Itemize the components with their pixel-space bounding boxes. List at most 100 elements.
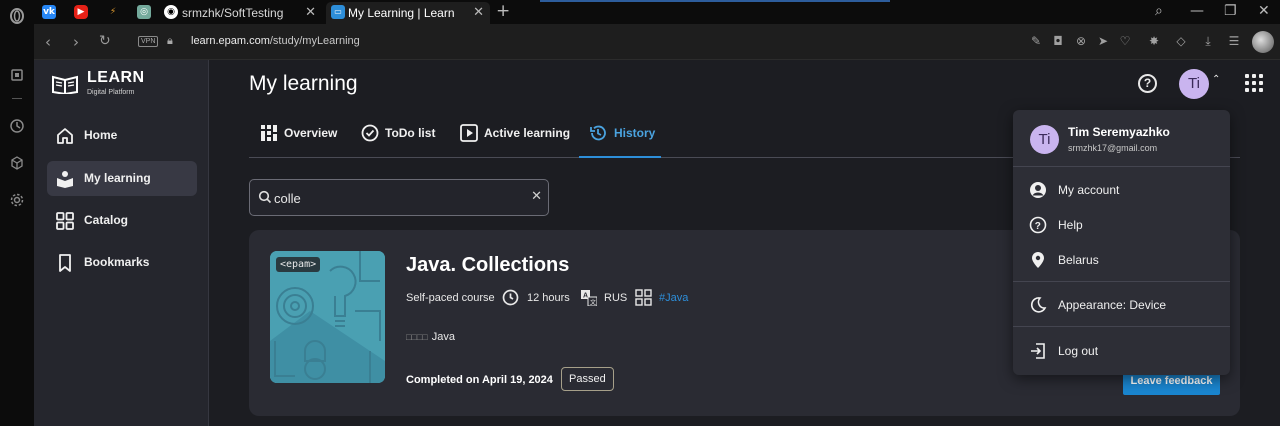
account-icon — [1030, 182, 1046, 198]
tab-label: ToDo list — [385, 126, 436, 140]
address-bar: ‹ › ↻ VPN 🔒︎ learn.epam.com/study/myLear… — [34, 24, 1280, 60]
help-icon[interactable]: ? — [1138, 74, 1157, 93]
tab-history[interactable]: History — [579, 112, 661, 158]
chevron-up-icon[interactable]: ⌃ — [1212, 74, 1220, 85]
cube-icon[interactable] — [9, 155, 25, 171]
skill-prefix: □□□□ — [406, 332, 428, 342]
sidebar-item-bookmarks[interactable]: Bookmarks — [47, 245, 197, 280]
sidebar-item-label: My learning — [84, 171, 151, 185]
tab-softtesting[interactable]: ◉ srmzhk/SoftTesting ✕ — [160, 2, 322, 24]
tab-todo-list[interactable]: ToDo list — [361, 112, 436, 158]
skill-label: Java — [431, 331, 455, 343]
tab-my-learning[interactable]: ▭ My Learning | Learn ✕ — [326, 2, 490, 24]
search-tabs-icon[interactable]: ⌕ — [1155, 3, 1163, 19]
camera-icon[interactable]: ◘ — [1051, 34, 1065, 48]
course-type: Self-paced course — [406, 292, 495, 304]
tab-title: My Learning | Learn — [348, 6, 455, 20]
menu-item-location[interactable]: Belarus — [1013, 244, 1230, 276]
search-input[interactable] — [274, 188, 514, 208]
opera-logo-icon[interactable] — [9, 8, 25, 24]
menu-item-my-account[interactable]: My account — [1013, 174, 1230, 206]
download-icon[interactable]: ⤓ — [1201, 34, 1215, 48]
block-icon[interactable]: ⊗ — [1074, 34, 1088, 48]
overview-icon — [261, 125, 277, 141]
bolt-tab-icon[interactable]: ⚡ — [106, 5, 120, 19]
sidebar-item-my-learning[interactable]: My learning — [47, 161, 197, 196]
history-clock-icon[interactable] — [9, 118, 25, 134]
close-window-icon[interactable]: ✕ — [1258, 3, 1270, 19]
search-box: ✕ — [249, 179, 549, 216]
logo-subtitle: Digital Platform — [87, 89, 135, 96]
cpu-icon[interactable] — [9, 67, 25, 83]
close-tab-icon[interactable]: ✕ — [305, 4, 316, 20]
tab-title: srmzhk/SoftTesting — [182, 6, 284, 20]
profile-avatar[interactable] — [1252, 31, 1274, 53]
menu-divider — [1013, 166, 1230, 167]
url-field[interactable]: learn.epam.com/study/myLearning — [191, 35, 360, 47]
history-icon — [590, 125, 606, 141]
tab-label: History — [614, 126, 656, 140]
vk-tab-icon[interactable]: vk — [42, 5, 56, 19]
chatgpt-tab-icon[interactable]: ◎ — [137, 5, 151, 19]
menu-item-log-out[interactable]: Log out — [1013, 335, 1230, 367]
sidebar-item-label: Home — [84, 128, 118, 142]
logo-title[interactable]: LEARN — [87, 69, 145, 87]
completion-date: Completed on April 19, 2024 — [406, 374, 553, 386]
sidebar-item-catalog[interactable]: Catalog — [47, 203, 197, 238]
sidebar-item-home[interactable]: Home — [47, 118, 197, 153]
avatar: Ti — [1030, 125, 1059, 154]
back-icon[interactable]: ‹ — [45, 33, 51, 51]
easy-setup-icon[interactable]: ☰ — [1227, 34, 1241, 48]
send-icon[interactable]: ➤ — [1096, 34, 1110, 48]
tab-label: Active learning — [484, 126, 571, 140]
reload-icon[interactable]: ↻ — [99, 33, 111, 49]
course-language: RUS — [604, 292, 628, 304]
menu-item-label: My account — [1058, 183, 1120, 197]
app-container: LEARN Digital Platform Home My learning … — [34, 60, 1280, 426]
browser-sidebar — [0, 0, 34, 426]
box-icon[interactable]: ◇ — [1174, 34, 1188, 48]
lock-icon[interactable]: 🔒︎ — [167, 34, 173, 48]
youtube-tab-icon[interactable]: ▶ — [74, 5, 88, 19]
settings-icon[interactable] — [9, 192, 25, 208]
course-tag-link[interactable]: #Java — [659, 292, 688, 304]
bookmark-icon — [59, 254, 71, 272]
url-path: /study/myLearning — [269, 35, 360, 47]
search-icon — [258, 190, 272, 204]
tab-loading-bar — [540, 0, 890, 2]
restore-icon[interactable]: ❐ — [1224, 3, 1237, 19]
heart-icon[interactable]: ♡ — [1118, 34, 1132, 48]
svg-text:A: A — [583, 293, 588, 300]
learn-tab-icon: ▭ — [331, 5, 345, 19]
tab-label: Overview — [284, 126, 338, 140]
apps-grid-icon[interactable] — [1245, 74, 1263, 92]
clear-search-icon[interactable]: ✕ — [531, 189, 542, 204]
course-title[interactable]: Java. Collections — [406, 254, 569, 277]
user-name: Tim Seremyazhko — [1068, 125, 1170, 139]
course-skill: □□□□ Java — [406, 331, 455, 343]
tab-active-learning[interactable]: Active learning — [460, 112, 570, 158]
vpn-badge[interactable]: VPN — [138, 36, 159, 47]
menu-item-appearance[interactable]: Appearance: Device — [1013, 289, 1230, 321]
my-learning-icon — [57, 171, 73, 188]
category-icon — [635, 289, 652, 306]
sidebar: LEARN Digital Platform Home My learning … — [34, 60, 209, 426]
clock-icon — [502, 289, 519, 306]
tab-strip: vk ▶ ⚡ ◎ ◉ srmzhk/SoftTesting ✕ ▭ My Lea… — [34, 0, 1280, 24]
menu-item-label: Belarus — [1058, 253, 1099, 267]
tab-overview[interactable]: Overview — [260, 112, 340, 158]
close-tab-icon[interactable]: ✕ — [473, 4, 484, 20]
course-thumbnail[interactable]: <epam> — [270, 251, 385, 383]
menu-item-label: Appearance: Device — [1058, 298, 1167, 312]
avatar[interactable]: Ti — [1179, 69, 1209, 99]
new-tab-icon[interactable]: + — [496, 1, 510, 21]
extension-icon[interactable]: ✸ — [1147, 34, 1161, 48]
minimize-icon[interactable]: — — [1190, 3, 1204, 19]
forward-icon[interactable]: › — [73, 33, 79, 51]
logout-icon — [1031, 343, 1045, 359]
edit-icon[interactable]: ✎ — [1029, 34, 1043, 48]
book-logo-icon — [52, 75, 78, 94]
sidebar-item-label: Catalog — [84, 213, 129, 227]
menu-item-label: Help — [1058, 218, 1083, 232]
menu-item-help[interactable]: ? Help — [1013, 209, 1230, 241]
